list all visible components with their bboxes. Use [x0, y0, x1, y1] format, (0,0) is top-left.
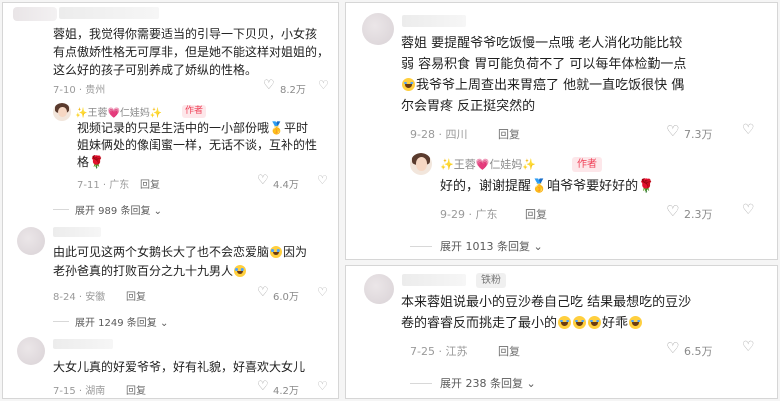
commenter-name-blurred[interactable]	[402, 274, 466, 286]
author-tag: 作者	[572, 157, 602, 172]
expand-replies-button[interactable]: 展开 238 条回复 ⌄	[440, 375, 536, 391]
crying-laughing-emoji-icon	[234, 264, 247, 277]
commenter-name-blurred[interactable]	[53, 227, 101, 237]
commenter-avatar[interactable]	[362, 13, 394, 45]
comment-date-location: 7-15 · 湖南	[53, 386, 106, 397]
expand-replies-button[interactable]: 展开 1013 条回复 ⌄	[440, 238, 543, 254]
left-comment-panel: 蓉姐，我觉得你需要适当的引导一下贝贝，小女孩 有点傲娇性格无可厚非，但是她不能这…	[2, 2, 339, 399]
commenter-avatar[interactable]	[364, 274, 394, 304]
broken-heart-icon[interactable]: ♡	[317, 173, 328, 187]
expand-replies-button[interactable]: 展开 1249 条回复 ⌄	[75, 314, 168, 329]
reply-text: 视频记录的只是生活中的一小部份哦🥇平时 姐妹俩处的像闺蜜一样，无话不谈，互补的性…	[77, 121, 318, 169]
reply-date-location: 9-29 · 广东	[440, 208, 498, 221]
comment-date-location: 9-28 · 四川	[410, 128, 468, 141]
commenter-avatar[interactable]	[13, 7, 57, 21]
commenter-name-blurred[interactable]	[53, 339, 113, 349]
comment-text: 蓉姐，我觉得你需要适当的引导一下贝贝，小女孩 有点傲娇性格无可厚非，但是她不能这…	[53, 27, 330, 77]
comment-date-location: 8-24 · 安徽	[53, 292, 106, 303]
comment-date-location: 7-25 · 江苏	[410, 345, 468, 358]
divider	[53, 321, 69, 322]
like-count: 4.2万	[273, 386, 299, 397]
divider	[410, 383, 432, 384]
author-tag: 作者	[182, 105, 206, 118]
heart-outline-icon[interactable]: ♡	[257, 379, 269, 394]
reply-button[interactable]: 回复	[140, 176, 160, 191]
chevron-down-icon: ⌄	[153, 206, 163, 217]
right-bottom-comment-panel: 铁粉 本来蓉姐说最小的豆沙卷自己吃 结果最想吃的豆沙 卷的睿睿反而挑走了最小的好…	[345, 265, 778, 399]
divider	[53, 209, 69, 210]
broken-heart-icon[interactable]: ♡	[317, 285, 328, 299]
reply-button[interactable]: 回复	[498, 126, 520, 142]
heart-outline-icon[interactable]: ♡	[257, 285, 269, 300]
like-count: 7.3万	[684, 128, 713, 141]
reply-button[interactable]: 回复	[498, 343, 520, 359]
reply-button[interactable]: 回复	[126, 288, 146, 303]
reply-text: 好的，谢谢提醒🥇咱爷爷要好好的🌹	[440, 179, 655, 194]
expand-replies-button[interactable]: 展开 989 条回复 ⌄	[75, 202, 162, 217]
comment-text: 蓉姐 要提醒爷爷吃饭慢一点哦 老人消化功能比较 弱 容易积食 胃可能负荷不了 可…	[401, 36, 687, 114]
chevron-down-icon: ⌄	[526, 377, 536, 390]
comment-text: 大女儿真的好爱爷爷，好有礼貌，好喜欢大女儿	[53, 360, 306, 374]
author-name[interactable]: ✨王蓉💗仁娃妈✨	[440, 156, 536, 172]
chevron-down-icon: ⌄	[533, 240, 543, 253]
crying-laughing-emoji-icon	[558, 315, 572, 329]
reply-date-location: 7-11 · 广东	[77, 180, 130, 191]
like-count: 6.0万	[273, 292, 299, 303]
comment-text: 本来蓉姐说最小的豆沙卷自己吃 结果最想吃的豆沙 卷的睿睿反而挑走了最小的 好乖	[401, 295, 692, 331]
crying-laughing-emoji-icon	[573, 315, 587, 329]
like-count: 2.3万	[684, 208, 713, 221]
heart-outline-icon[interactable]: ♡	[263, 78, 275, 93]
heart-outline-icon[interactable]: ♡	[257, 173, 269, 188]
like-count: 6.5万	[684, 345, 713, 358]
like-count: 4.4万	[273, 180, 299, 191]
author-avatar[interactable]	[53, 103, 71, 121]
commenter-name-blurred[interactable]	[59, 7, 159, 19]
heart-outline-icon[interactable]: ♡	[666, 202, 679, 220]
comment-text: 由此可见这两个女鹅长大了也不会恋爱脑 因为 老孙爸真的打败百分之九十九男人	[53, 245, 308, 278]
heart-outline-icon[interactable]: ♡	[666, 122, 679, 140]
broken-heart-icon[interactable]: ♡	[742, 202, 755, 218]
broken-heart-icon[interactable]: ♡	[742, 339, 755, 355]
like-count: 8.2万	[280, 85, 306, 96]
fan-badge: 铁粉	[476, 273, 506, 288]
commenter-name-blurred[interactable]	[402, 15, 466, 27]
commenter-avatar[interactable]	[17, 227, 45, 255]
heart-outline-icon[interactable]: ♡	[666, 339, 679, 357]
broken-heart-icon[interactable]: ♡	[742, 122, 755, 138]
right-top-comment-panel: 蓉姐 要提醒爷爷吃饭慢一点哦 老人消化功能比较 弱 容易积食 胃可能负荷不了 可…	[345, 2, 778, 260]
author-avatar[interactable]	[410, 153, 432, 175]
reply-button[interactable]: 回复	[126, 382, 146, 397]
crying-laughing-emoji-icon	[270, 245, 283, 258]
comment-date-location: 7-10 · 贵州	[53, 85, 106, 96]
divider	[410, 246, 432, 247]
commenter-avatar[interactable]	[17, 337, 45, 365]
author-name[interactable]: ✨王蓉💗仁娃妈✨	[75, 104, 162, 119]
broken-heart-icon[interactable]: ♡	[318, 78, 329, 92]
crying-laughing-emoji-icon	[588, 315, 602, 329]
broken-heart-icon[interactable]: ♡	[317, 379, 328, 393]
crying-laughing-emoji-icon	[402, 77, 415, 91]
crying-laughing-emoji-icon	[629, 315, 643, 329]
chevron-down-icon: ⌄	[160, 318, 169, 329]
reply-button[interactable]: 回复	[525, 206, 547, 222]
